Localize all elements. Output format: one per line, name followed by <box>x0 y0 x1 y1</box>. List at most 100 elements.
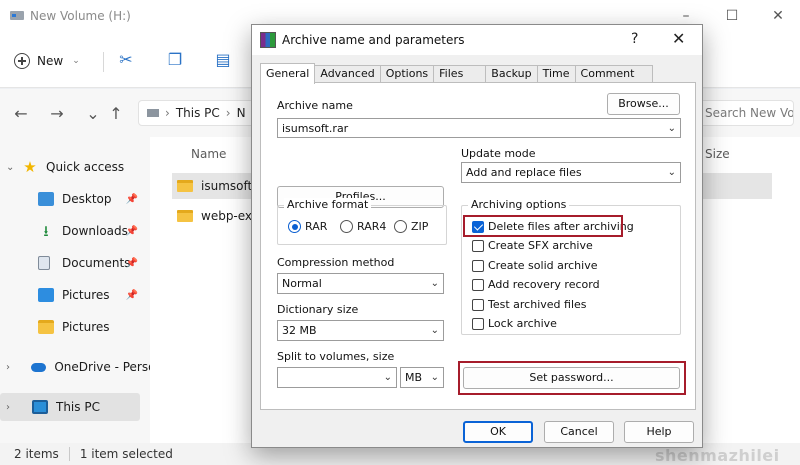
chevron-down-icon[interactable]: ⌄ <box>431 274 439 293</box>
chevron-down-icon: ⌄ <box>72 56 80 66</box>
search-input[interactable]: Search New Volu... <box>690 100 794 126</box>
tab-options[interactable]: Options <box>379 65 435 83</box>
highlight-delete-option <box>463 215 623 237</box>
help-icon[interactable]: ? <box>631 31 638 47</box>
sidebar-item-pictures-folder[interactable]: Pictures <box>0 313 150 341</box>
archive-dialog: Archive name and parameters ? ✕ General … <box>251 24 703 448</box>
tab-advanced[interactable]: Advanced <box>314 65 381 83</box>
tab-backup[interactable]: Backup <box>485 65 538 83</box>
radio-icon[interactable] <box>340 220 353 233</box>
maximize-icon[interactable]: ☐ <box>722 6 742 26</box>
split-size-input[interactable]: ⌄ <box>277 367 397 388</box>
close-icon[interactable]: ✕ <box>672 29 685 48</box>
copy-icon[interactable]: ❐ <box>166 51 184 69</box>
breadcrumb-volume[interactable]: N <box>237 106 246 120</box>
status-selection: 1 item selected <box>79 447 173 461</box>
chevron-down-icon[interactable]: ⌄ <box>6 162 20 173</box>
back-arrow-icon[interactable]: ← <box>12 105 30 123</box>
radio-icon[interactable] <box>394 220 407 233</box>
help-button[interactable]: Help <box>624 421 694 443</box>
pin-icon: 📌 <box>125 257 138 269</box>
tab-time[interactable]: Time <box>536 65 576 83</box>
forward-arrow-icon[interactable]: → <box>48 105 66 123</box>
checkbox-icon[interactable] <box>472 298 484 311</box>
chevron-down-icon[interactable]: ⌄ <box>431 368 439 387</box>
option-recovery-record[interactable]: Add recovery record <box>472 278 600 291</box>
pictures-icon <box>38 288 54 302</box>
dictionary-size-label: Dictionary size <box>277 303 359 316</box>
status-item-count: 2 items <box>14 447 59 461</box>
sidebar-item-documents[interactable]: Documents 📌 <box>0 249 150 277</box>
update-mode-select[interactable]: Add and replace files ⌄ <box>461 162 681 183</box>
folder-icon <box>177 210 193 222</box>
sidebar-item-label: Pictures <box>62 288 110 302</box>
cut-icon[interactable]: ✂ <box>117 51 135 69</box>
sidebar-item-this-pc[interactable]: › This PC <box>0 393 140 421</box>
split-unit-select[interactable]: MB ⌄ <box>400 367 444 388</box>
sidebar-item-quick-access[interactable]: ⌄ ★ Quick access <box>0 153 150 181</box>
up-arrow-icon[interactable]: ↑ <box>107 105 125 123</box>
radio-selected-icon[interactable] <box>288 220 301 233</box>
chevron-down-icon[interactable]: ⌄ <box>668 163 676 182</box>
chevron-down-icon[interactable]: ⌄ <box>668 119 676 137</box>
checkbox-icon[interactable] <box>472 317 484 330</box>
documents-icon <box>38 256 50 270</box>
new-label: New <box>37 54 64 68</box>
tab-comment[interactable]: Comment <box>574 65 654 83</box>
format-zip-label: ZIP <box>411 220 429 233</box>
ok-button[interactable]: OK <box>463 421 533 443</box>
archive-name-field[interactable]: isumsoft.rar ⌄ <box>277 118 681 138</box>
browse-button[interactable]: Browse... <box>607 93 680 115</box>
split-unit-value: MB <box>405 371 423 384</box>
folder-icon <box>177 180 193 192</box>
sidebar-item-pictures[interactable]: Pictures 📌 <box>0 281 150 309</box>
highlight-set-password <box>458 361 686 395</box>
format-zip-radio[interactable]: ZIP <box>394 220 428 233</box>
column-header-size[interactable]: Size <box>705 147 730 161</box>
compression-method-select[interactable]: Normal ⌄ <box>277 273 444 294</box>
archive-format-label: Archive format <box>284 198 372 211</box>
address-box[interactable]: › This PC › N <box>138 100 258 126</box>
format-rar-radio[interactable]: RAR <box>288 220 327 233</box>
download-icon: ⭳ <box>43 222 49 240</box>
dictionary-size-select[interactable]: 32 MB ⌄ <box>277 320 444 341</box>
chevron-right-icon[interactable]: › <box>6 402 20 413</box>
toolbar-divider <box>103 52 104 72</box>
close-window-icon[interactable]: ✕ <box>768 6 788 26</box>
checkbox-icon[interactable] <box>472 259 484 272</box>
folder-icon <box>38 320 54 334</box>
dropdown-chevron-icon[interactable]: ⌄ <box>84 105 102 123</box>
sidebar-item-downloads[interactable]: ⭳ Downloads 📌 <box>0 217 150 245</box>
new-button[interactable]: New ⌄ <box>14 48 94 74</box>
chevron-down-icon[interactable]: ⌄ <box>384 368 392 387</box>
checkbox-icon[interactable] <box>472 239 484 252</box>
option-solid-archive[interactable]: Create solid archive <box>472 259 597 272</box>
checkbox-icon[interactable] <box>472 278 484 291</box>
navigation-pane: ⌄ ★ Quick access Desktop 📌 ⭳ Downloads 📌… <box>0 137 150 443</box>
chevron-right-icon: › <box>165 106 170 120</box>
sidebar-item-label: Documents <box>62 256 131 270</box>
tab-files[interactable]: Files <box>433 65 487 83</box>
option-test-files[interactable]: Test archived files <box>472 298 587 311</box>
general-panel: Archive name Browse... isumsoft.rar ⌄ Pr… <box>260 82 696 410</box>
format-rar-label: RAR <box>305 220 328 233</box>
desktop-icon <box>38 192 54 206</box>
minimize-icon[interactable]: – <box>676 6 696 26</box>
compression-value: Normal <box>282 277 322 290</box>
format-rar4-label: RAR4 <box>357 220 387 233</box>
option-lock-archive[interactable]: Lock archive <box>472 317 557 330</box>
option-label: Lock archive <box>488 317 557 330</box>
column-header-name[interactable]: Name <box>191 147 226 161</box>
sidebar-item-desktop[interactable]: Desktop 📌 <box>0 185 150 213</box>
chevron-right-icon[interactable]: › <box>6 362 19 373</box>
option-label: Test archived files <box>488 298 587 311</box>
tab-general[interactable]: General <box>260 63 316 84</box>
option-create-sfx[interactable]: Create SFX archive <box>472 239 593 252</box>
sidebar-item-onedrive[interactable]: › OneDrive - Perso <box>0 353 150 381</box>
cancel-button[interactable]: Cancel <box>544 421 614 443</box>
paste-icon[interactable]: ▤ <box>214 51 232 69</box>
sidebar-item-label: This PC <box>56 400 100 414</box>
chevron-down-icon[interactable]: ⌄ <box>431 321 439 340</box>
format-rar4-radio[interactable]: RAR4 <box>340 220 386 233</box>
breadcrumb-this-pc[interactable]: This PC <box>176 106 220 120</box>
